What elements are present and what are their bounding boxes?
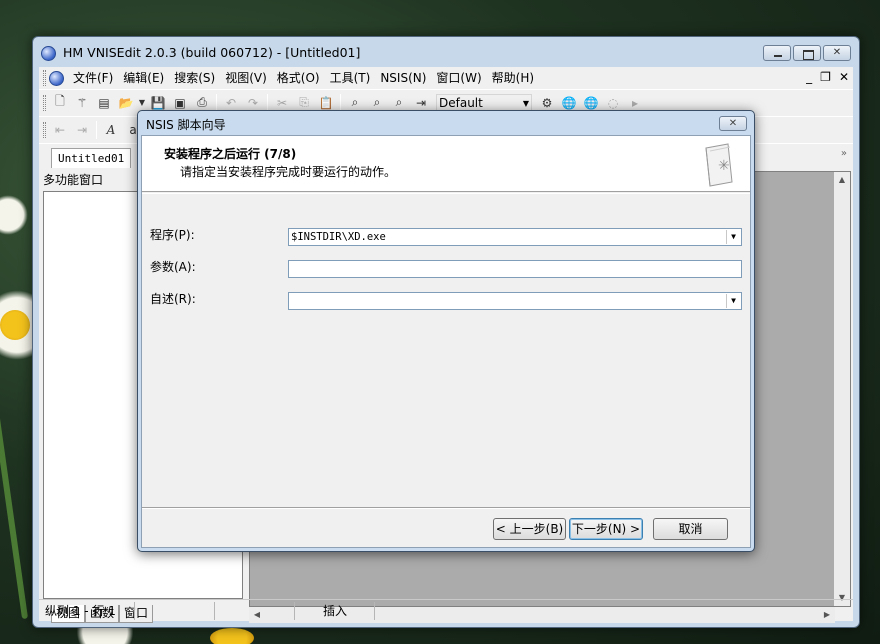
- step-title: 安装程序之后运行 (7/8): [164, 147, 297, 161]
- style-combo[interactable]: Default ▼: [436, 93, 532, 112]
- app-globe-icon[interactable]: [41, 46, 56, 61]
- readme-label: 自述(R):: [150, 292, 196, 306]
- chevron-down-icon[interactable]: ▼: [726, 230, 740, 244]
- parameters-input[interactable]: [288, 260, 742, 278]
- caption-buttons: ✕: [763, 45, 851, 61]
- step-description: 请指定当安装程序完成时要运行的动作。: [180, 165, 397, 179]
- menu-window[interactable]: 窗口(W): [431, 67, 486, 89]
- dialog-title: NSIS 脚本向导: [146, 118, 226, 132]
- svg-text:✳: ✳: [718, 158, 730, 174]
- menu-tools[interactable]: 工具(T): [325, 67, 376, 89]
- status-blank: [135, 601, 215, 620]
- mdi-close-icon[interactable]: ✕: [839, 70, 849, 84]
- close-icon: ✕: [728, 118, 738, 129]
- parameters-label: 参数(A):: [150, 260, 196, 274]
- document-globe-icon[interactable]: [49, 70, 64, 86]
- maximize-icon: [794, 46, 820, 60]
- style-combo-value: Default: [439, 95, 483, 110]
- readme-select[interactable]: ▼: [288, 292, 742, 310]
- indent-icon[interactable]: ⇤: [49, 120, 71, 140]
- menu-search[interactable]: 搜索(S): [169, 67, 220, 89]
- status-bar: 纵列 1 - 行 1 插入: [39, 599, 853, 621]
- toolbar-separator: [216, 93, 217, 112]
- menu-nsis[interactable]: NSIS(N): [375, 67, 431, 89]
- next-button[interactable]: 下一步(N) >: [569, 518, 643, 540]
- tab-untitled01[interactable]: Untitled01: [51, 148, 132, 168]
- program-select[interactable]: $INSTDIR\XD.exe ▼: [288, 228, 742, 246]
- menu-help[interactable]: 帮助(H): [487, 67, 539, 89]
- toolbar-separator: [267, 93, 268, 112]
- toolbar-separator: [96, 120, 97, 139]
- menu-format[interactable]: 格式(O): [272, 67, 325, 89]
- program-label: 程序(P):: [150, 228, 195, 242]
- dialog-body: 安装程序之后运行 (7/8) 请指定当安装程序完成时要运行的动作。 ✳ 程序(P…: [141, 135, 751, 548]
- mdi-buttons: _ ❐ ✕: [806, 70, 849, 84]
- nsis-wizard-dialog: NSIS 脚本向导 ✕ 安装程序之后运行 (7/8) 请指定当安装程序完成时要运…: [137, 110, 755, 552]
- close-button[interactable]: ✕: [823, 45, 851, 61]
- book-icon: ✳: [705, 143, 733, 187]
- minimize-button[interactable]: [763, 45, 791, 61]
- daisy-center: [210, 628, 254, 644]
- daisy-center: [0, 310, 30, 340]
- panel-title: 多功能窗口: [43, 173, 104, 187]
- insert-mode: 插入: [295, 601, 375, 620]
- menu-bar: 文件(F) 编辑(E) 搜索(S) 视图(V) 格式(O) 工具(T) NSIS…: [39, 67, 853, 89]
- grip-icon[interactable]: [43, 70, 46, 86]
- status-blank: [215, 601, 295, 620]
- toolbar-separator: [340, 93, 341, 112]
- outdent-icon[interactable]: ⇥: [71, 120, 93, 140]
- menu-file[interactable]: 文件(F): [68, 67, 118, 89]
- daisy-petals: [0, 195, 28, 235]
- window-title: HM VNISEdit 2.0.3 (build 060712) - [Unti…: [63, 45, 361, 60]
- cursor-position: 纵列 1 - 行 1: [39, 601, 135, 620]
- template-icon[interactable]: ▤: [93, 93, 115, 113]
- scroll-up-icon[interactable]: ▲: [834, 172, 850, 188]
- back-button[interactable]: < 上一步(B): [493, 518, 566, 540]
- new-file-icon[interactable]: 🗋: [49, 93, 71, 113]
- font-icon[interactable]: A: [100, 120, 122, 140]
- program-value: $INSTDIR\XD.exe: [291, 231, 386, 243]
- close-icon: ✕: [832, 47, 842, 58]
- chevron-down-icon[interactable]: ▼: [726, 294, 740, 308]
- dialog-close-button[interactable]: ✕: [719, 116, 747, 131]
- cancel-button[interactable]: 取消: [653, 518, 728, 540]
- open-folder-icon[interactable]: 📂: [115, 93, 137, 113]
- mdi-restore-icon[interactable]: ❐: [820, 70, 831, 84]
- dialog-separator: [142, 507, 750, 509]
- minimize-icon: [764, 46, 790, 60]
- mdi-minimize-icon[interactable]: _: [806, 70, 812, 84]
- vertical-scrollbar[interactable]: ▲ ▼: [834, 172, 850, 606]
- title-bar[interactable]: HM VNISEdit 2.0.3 (build 060712) - [Unti…: [33, 37, 859, 67]
- menu-edit[interactable]: 编辑(E): [118, 67, 169, 89]
- wand-icon[interactable]: ⚚: [71, 93, 93, 113]
- flower-stem: [0, 360, 29, 620]
- grip-icon[interactable]: [43, 121, 46, 138]
- menu-view[interactable]: 视图(V): [220, 67, 272, 89]
- chevron-right-icon[interactable]: »: [841, 148, 847, 159]
- wizard-header: 安装程序之后运行 (7/8) 请指定当安装程序完成时要运行的动作。 ✳: [142, 136, 750, 194]
- maximize-button[interactable]: [793, 45, 821, 61]
- grip-icon[interactable]: [43, 94, 46, 111]
